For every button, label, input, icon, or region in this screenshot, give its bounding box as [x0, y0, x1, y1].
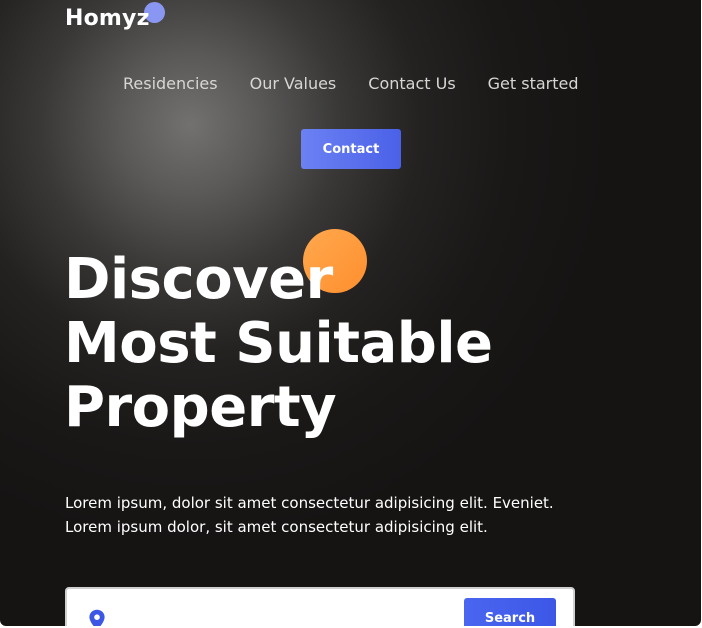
contact-button[interactable]: Contact — [301, 129, 401, 169]
search-bar: Search — [65, 587, 575, 626]
hero-description-line: Lorem ipsum, dolor sit amet consectetur … — [65, 494, 554, 512]
nav-item-contact-us[interactable]: Contact Us — [368, 74, 455, 93]
hero-description-line: Lorem ipsum dolor, sit amet consectetur … — [65, 518, 488, 536]
nav-item-residencies[interactable]: Residencies — [123, 74, 218, 93]
hero-description: Lorem ipsum, dolor sit amet consectetur … — [65, 491, 554, 539]
main-nav: Residencies Our Values Contact Us Get st… — [123, 74, 579, 93]
location-pin-icon — [89, 609, 105, 626]
hero-page: Homyz Residencies Our Values Contact Us … — [0, 0, 701, 626]
search-input[interactable] — [119, 603, 453, 626]
hero-title-line: Most Suitable — [64, 311, 493, 376]
hero-title: Discover Most Suitable Property — [64, 248, 493, 440]
hero-title-line: Property — [64, 375, 337, 440]
nav-item-our-values[interactable]: Our Values — [250, 74, 337, 93]
nav-item-get-started[interactable]: Get started — [488, 74, 579, 93]
search-button[interactable]: Search — [464, 598, 556, 626]
hero-title-line: Discover — [64, 247, 333, 312]
logo[interactable]: Homyz — [65, 6, 150, 31]
